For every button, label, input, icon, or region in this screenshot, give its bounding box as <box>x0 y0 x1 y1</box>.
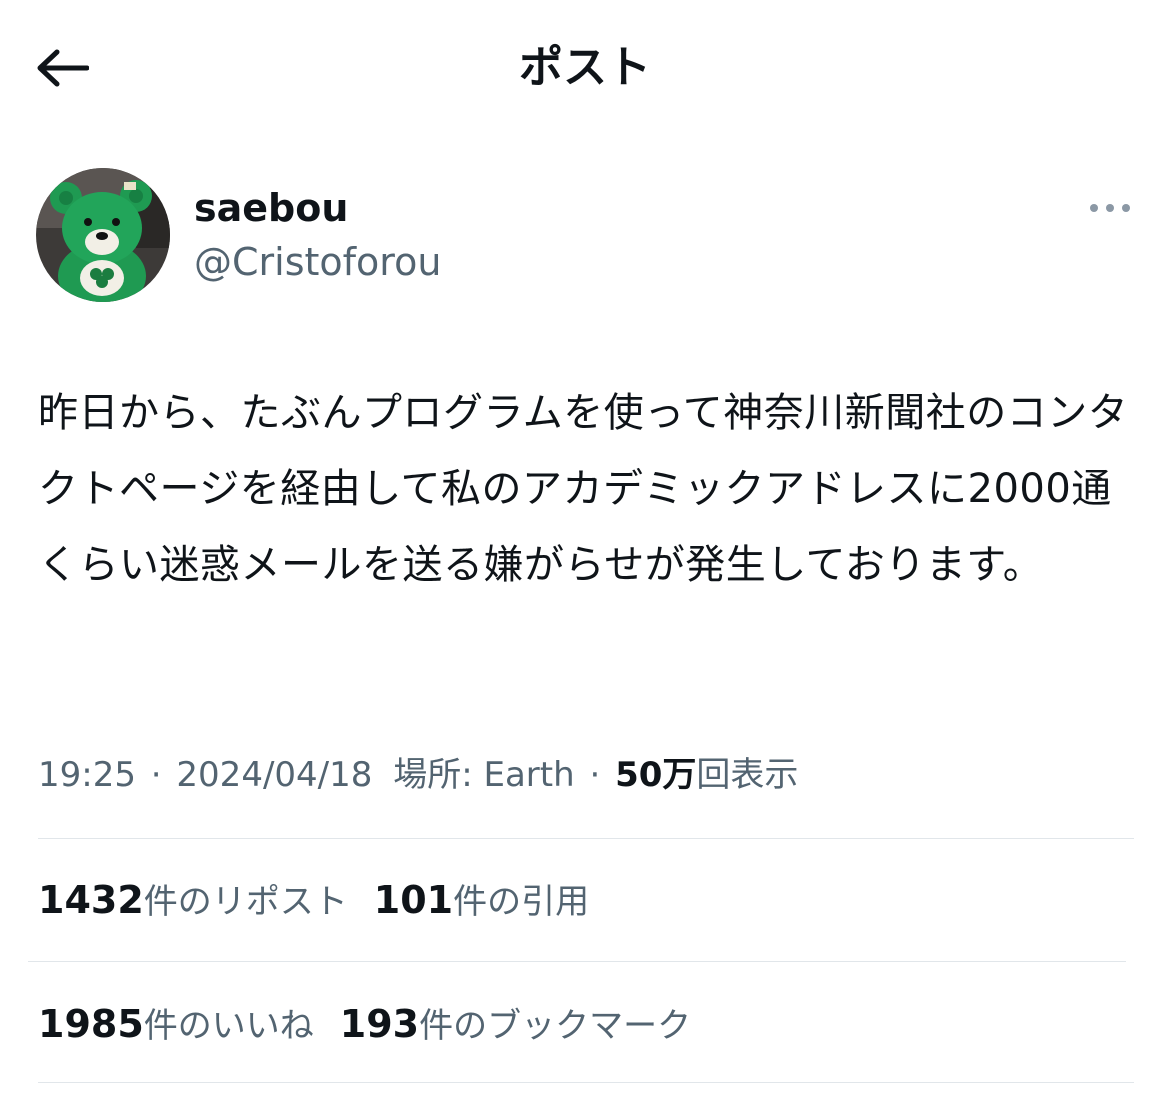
post-text: 昨日から、たぶんプログラムを使って神奈川新聞社のコンタクトページを経由して私のア… <box>38 390 1129 588</box>
divider <box>38 1082 1134 1083</box>
views-count: 50万 <box>615 755 697 795</box>
reposts-stat[interactable]: 1432件のリポスト <box>38 874 348 928</box>
meta-separator: · <box>150 755 162 795</box>
bookmarks-count: 193 <box>339 1002 420 1046</box>
avatar[interactable] <box>36 168 170 302</box>
reposts-count: 1432 <box>38 878 144 922</box>
post-date[interactable]: 2024/04/18 <box>176 755 372 795</box>
likes-stat[interactable]: 1985件のいいね <box>38 998 314 1052</box>
more-dots-icon <box>1090 204 1130 212</box>
page-title: ポスト <box>519 42 651 93</box>
bookmarks-stat[interactable]: 193件のブックマーク <box>340 998 691 1052</box>
likes-label: 件のいいね <box>143 1006 314 1046</box>
meta-separator-2: · <box>589 755 601 795</box>
post-time[interactable]: 19:25 <box>38 755 136 795</box>
views-label: 回表示 <box>696 755 799 795</box>
reposts-label: 件のリポスト <box>143 882 348 922</box>
likes-count: 1985 <box>38 1002 144 1046</box>
display-name[interactable]: saebou <box>194 182 348 234</box>
green-teddy-bear-avatar <box>36 168 170 302</box>
quotes-stat[interactable]: 101件の引用 <box>374 874 589 928</box>
bookmarks-label: 件のブックマーク <box>419 1006 692 1046</box>
quotes-count: 101 <box>373 878 454 922</box>
post-meta: 19:25 · 2024/04/18 場所: Earth · 50万回表示 <box>38 748 1138 802</box>
quotes-label: 件の引用 <box>453 882 590 922</box>
stats-row-reposts-quotes: 1432件のリポスト 101件の引用 <box>38 874 615 928</box>
stats-row-likes-bookmarks: 1985件のいいね 193件のブックマーク <box>38 998 717 1052</box>
top-bar: ポスト <box>0 0 1170 130</box>
user-handle[interactable]: @Cristoforou <box>194 236 441 288</box>
more-options-button[interactable] <box>1086 192 1134 224</box>
post-location: 場所: Earth <box>393 755 575 795</box>
divider <box>28 961 1126 962</box>
divider <box>38 838 1134 839</box>
post-author: saebou @Cristoforou <box>36 168 1134 308</box>
